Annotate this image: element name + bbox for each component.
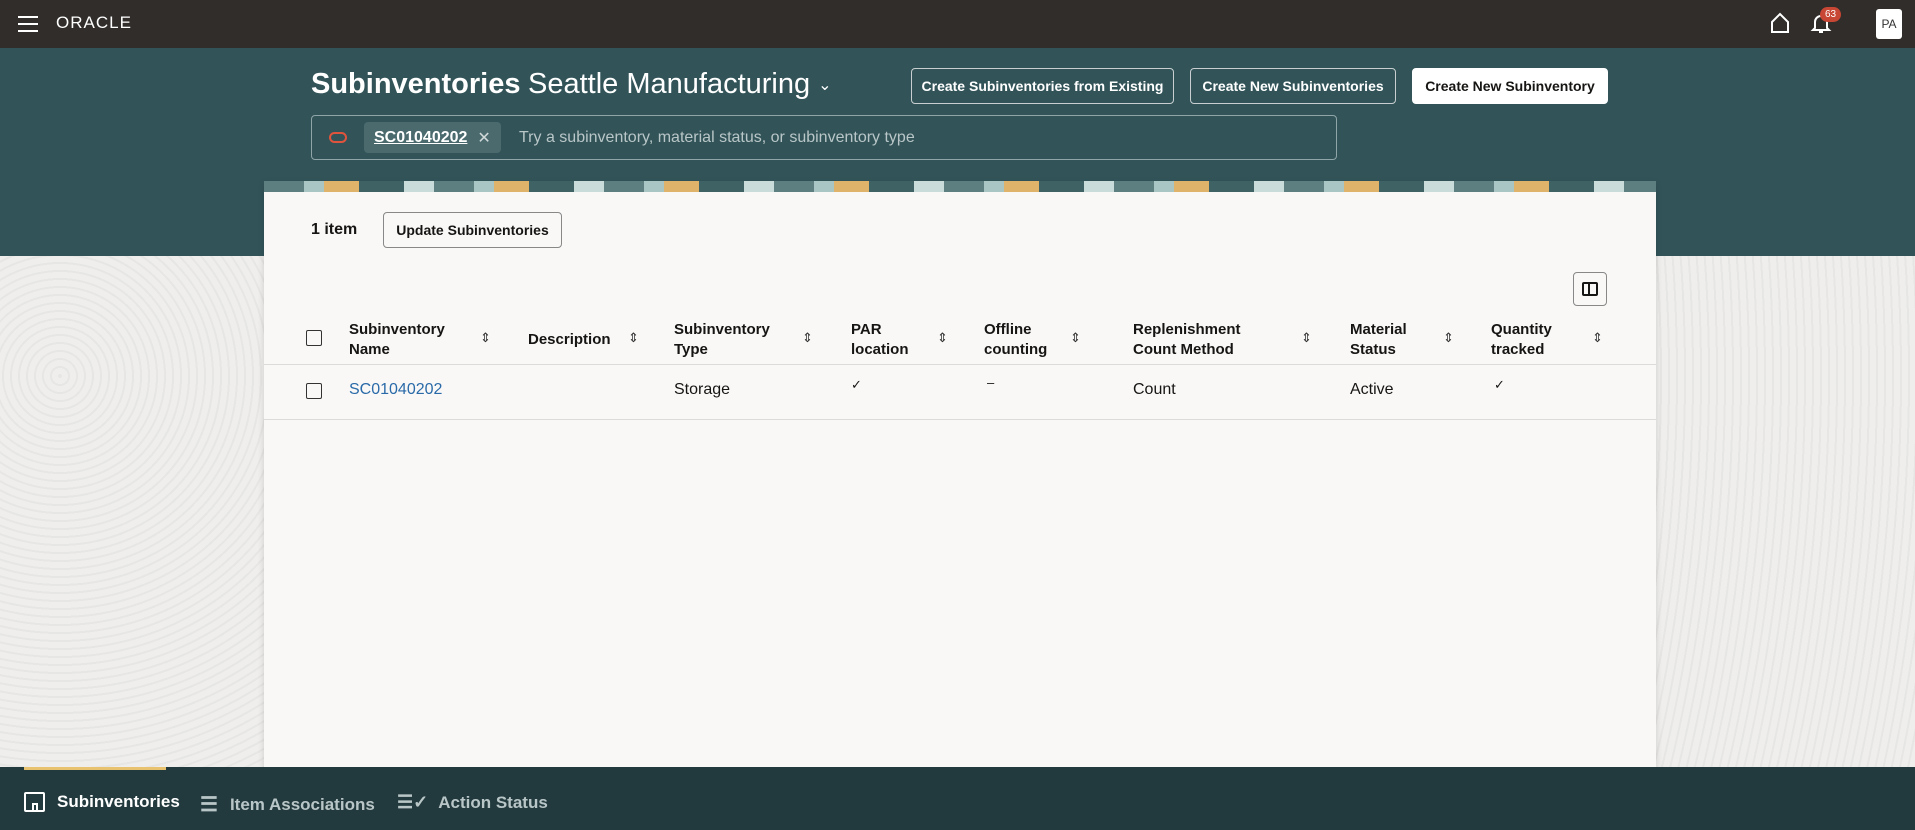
header-divider — [264, 364, 1656, 365]
row-divider — [264, 419, 1656, 420]
chevron-down-icon: ⌄ — [818, 76, 832, 94]
page-title: Subinventories — [311, 68, 521, 100]
count-method-cell: Count — [1133, 381, 1176, 398]
column-header-quantity-tracked[interactable]: Quantity tracked — [1491, 320, 1552, 360]
create-new-subinventory-button[interactable]: Create New Subinventory — [1412, 68, 1608, 104]
filter-chip-label: SC01040202 — [374, 128, 468, 146]
sort-icon[interactable]: ⇕ — [1592, 330, 1603, 346]
tab-item-associations[interactable]: ☰ Item Associations — [200, 792, 375, 817]
store-icon — [24, 792, 45, 812]
top-bar: ORACLE 63 PA — [0, 0, 1915, 48]
organization-name: Seattle Manufacturing — [528, 68, 811, 100]
active-tab-indicator — [24, 767, 166, 770]
select-all-checkbox[interactable] — [306, 330, 322, 346]
search-bar[interactable]: SC01040202 ✕ Try a subinventory, materia… — [311, 115, 1337, 160]
sort-icon[interactable]: ⇕ — [1301, 330, 1312, 346]
column-toggle-icon[interactable] — [1573, 272, 1607, 306]
avatar[interactable]: PA — [1876, 9, 1902, 39]
remove-filter-icon[interactable]: ✕ — [477, 128, 490, 148]
create-from-existing-button[interactable]: Create Subinventories from Existing — [911, 68, 1174, 104]
sort-icon[interactable]: ⇕ — [802, 330, 813, 346]
checklist-icon: ☰✓ — [397, 792, 429, 812]
list-icon: ☰ — [200, 794, 218, 816]
tab-subinventories[interactable]: Subinventories — [24, 792, 180, 812]
search-placeholder: Try a subinventory, material status, or … — [519, 129, 915, 146]
decorative-strip — [264, 181, 1656, 192]
offline-counting-dash: – — [987, 375, 995, 390]
column-header-offline-counting[interactable]: Offline counting — [984, 320, 1047, 360]
create-new-subinventories-button[interactable]: Create New Subinventories — [1190, 68, 1396, 104]
hamburger-menu-icon[interactable] — [18, 16, 38, 32]
column-header-par-location[interactable]: PAR location — [851, 320, 909, 360]
column-header-replenishment[interactable]: Replenishment Count Method — [1133, 320, 1241, 360]
par-location-check-icon: ✓ — [851, 377, 862, 392]
sort-icon[interactable]: ⇕ — [1443, 330, 1454, 346]
row-checkbox[interactable] — [306, 383, 322, 399]
sort-icon[interactable]: ⇕ — [937, 330, 948, 346]
filter-chip[interactable]: SC01040202 ✕ — [364, 122, 501, 153]
tab-action-status[interactable]: ☰✓ Action Status — [397, 792, 548, 813]
subinventory-name-link[interactable]: SC01040202 — [349, 381, 442, 399]
oracle-search-icon — [329, 132, 347, 143]
column-header-description[interactable]: Description — [528, 330, 611, 350]
material-status-cell: Active — [1350, 381, 1394, 398]
column-header-name[interactable]: Subinventory Name — [349, 320, 445, 360]
type-cell: Storage — [674, 381, 731, 398]
oracle-logo[interactable]: ORACLE — [56, 13, 132, 33]
quantity-tracked-check-icon: ✓ — [1494, 377, 1505, 392]
column-header-material-status[interactable]: Material Status — [1350, 320, 1407, 360]
sort-icon[interactable]: ⇕ — [480, 330, 491, 346]
home-icon[interactable] — [1770, 12, 1790, 34]
item-count: 1 item — [311, 221, 358, 238]
notification-badge: 63 — [1820, 7, 1842, 22]
organization-selector[interactable]: Seattle Manufacturing ⌄ — [528, 68, 832, 101]
sort-icon[interactable]: ⇕ — [628, 330, 639, 346]
update-subinventories-button[interactable]: Update Subinventories — [383, 212, 562, 248]
sort-icon[interactable]: ⇕ — [1070, 330, 1081, 346]
column-header-type[interactable]: Subinventory Type — [674, 320, 770, 360]
results-card — [264, 181, 1656, 767]
